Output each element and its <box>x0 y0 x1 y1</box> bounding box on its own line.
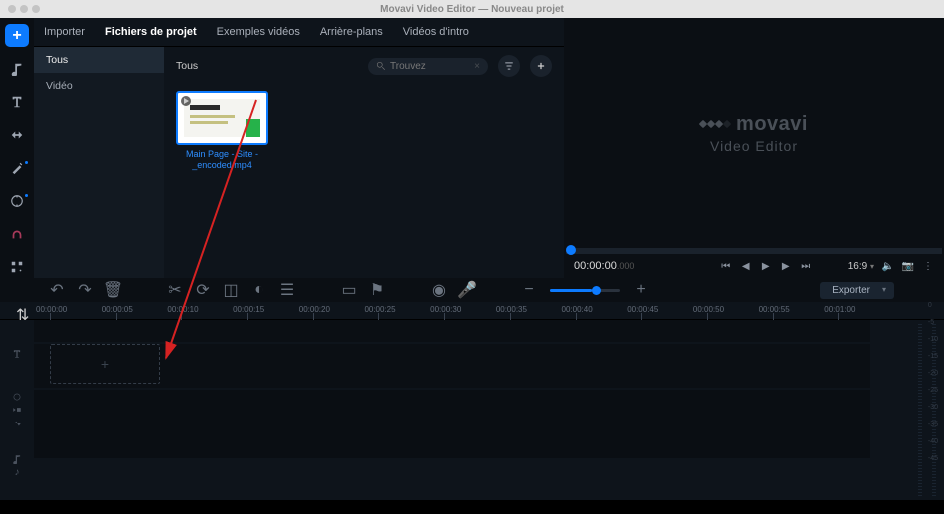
window-title: Movavi Video Editor — Nouveau projet <box>380 4 564 15</box>
file-grid: Tous Trouvez × Main Page - Site <box>164 47 564 278</box>
brand-watermark: movavi Video Editor <box>700 113 808 154</box>
zoom-slider[interactable] <box>550 289 620 292</box>
crop-button[interactable]: ◫ <box>224 283 238 297</box>
properties-button[interactable]: ☰ <box>280 283 294 297</box>
effects-icon[interactable] <box>5 156 29 179</box>
meter-scale: 0-5-10-15-20-25-30-35-40-45 <box>928 302 938 462</box>
tab-videos-intro[interactable]: Vidéos d'intro <box>403 23 469 41</box>
search-placeholder: Trouvez <box>390 61 426 72</box>
text-track[interactable] <box>34 320 870 342</box>
add-file-button[interactable] <box>530 55 552 77</box>
video-track-header[interactable] <box>0 388 34 432</box>
add-media-button[interactable]: + <box>5 24 29 47</box>
timeline: ⇅ 00:00:0000:00:0500:00:1000:00:1500:00:… <box>0 302 944 500</box>
undo-button[interactable]: ↶ <box>50 283 64 297</box>
delete-button[interactable]: 🗑 <box>106 283 120 297</box>
audio-track[interactable] <box>34 390 870 458</box>
clip-tools-icon[interactable]: ▭ <box>342 283 356 297</box>
preview-scrubber[interactable] <box>566 248 942 254</box>
file-grid-label: Tous <box>176 60 198 72</box>
next-frame-button[interactable]: ⏭ <box>800 260 812 272</box>
audio-track-header[interactable]: ♪ <box>0 432 34 500</box>
clip-name: Main Page - Site -_encoded.mp4 <box>176 149 268 172</box>
color-button[interactable]: ◐ <box>252 283 266 297</box>
timeline-ruler[interactable]: ⇅ 00:00:0000:00:0500:00:1000:00:1500:00:… <box>0 302 944 320</box>
play-button[interactable]: ▶ <box>760 260 772 272</box>
sidelist-tous[interactable]: Tous <box>34 47 164 73</box>
timeline-settings-icon[interactable]: ⇅ <box>16 305 29 325</box>
text-track-header[interactable] <box>0 320 34 388</box>
redo-button[interactable]: ↷ <box>78 283 92 297</box>
video-track[interactable]: + <box>34 344 870 388</box>
transition-icon[interactable] <box>5 123 29 146</box>
tab-arriere-plans[interactable]: Arrière-plans <box>320 23 383 41</box>
tab-exemples[interactable]: Exemples vidéos <box>217 23 300 41</box>
titlebar: Movavi Video Editor — Nouveau projet <box>0 0 944 18</box>
file-category-list: Tous Vidéo <box>34 47 164 278</box>
tab-fichiers[interactable]: Fichiers de projet <box>105 23 197 41</box>
aspect-select[interactable]: 16:9 ▾ <box>848 261 874 272</box>
stickers-icon[interactable] <box>5 189 29 212</box>
play-overlay-icon <box>181 96 191 106</box>
search-input[interactable]: Trouvez × <box>368 58 488 75</box>
tab-importer[interactable]: Importer <box>44 23 85 41</box>
microphone-icon[interactable]: 🎤 <box>460 283 474 297</box>
text-icon[interactable] <box>5 90 29 113</box>
left-rail: + <box>0 18 34 278</box>
audio-icon[interactable] <box>5 57 29 80</box>
brand-name: movavi <box>736 113 808 136</box>
traffic-lights[interactable] <box>8 5 40 13</box>
source-tabs: Importer Fichiers de projet Exemples vid… <box>34 18 564 47</box>
rotate-button[interactable]: ⟳ <box>196 283 210 297</box>
preview-more-icon[interactable]: ⋮ <box>922 260 934 272</box>
preview-panel: movavi Video Editor 00:00:00.000 ⏮ ◀︎ ▶ … <box>564 18 944 278</box>
cut-button[interactable]: ✂ <box>168 283 182 297</box>
playback-time: 00:00:00.000 <box>574 260 634 272</box>
zoom-out-button[interactable]: − <box>522 283 536 297</box>
snapshot-icon[interactable]: 📷 <box>902 260 914 272</box>
brand-sub: Video Editor <box>700 138 808 154</box>
marker-icon[interactable]: ⚑ <box>370 283 384 297</box>
clip-thumbnail[interactable]: Main Page - Site -_encoded.mp4 <box>176 91 268 172</box>
step-back-button[interactable]: ◀︎ <box>740 260 752 272</box>
export-button[interactable]: Exporter <box>820 282 894 299</box>
clear-search-icon[interactable]: × <box>474 61 480 72</box>
step-fwd-button[interactable]: ▶︎ <box>780 260 792 272</box>
drop-zone[interactable]: + <box>50 344 160 384</box>
more-tools-icon[interactable] <box>5 255 29 278</box>
zoom-in-button[interactable]: + <box>634 283 648 297</box>
record-icon[interactable]: ◉ <box>432 283 446 297</box>
prev-frame-button[interactable]: ⏮ <box>720 260 732 272</box>
sidelist-video[interactable]: Vidéo <box>34 73 164 99</box>
sort-button[interactable] <box>498 55 520 77</box>
volume-icon[interactable]: 🔈 <box>882 260 894 272</box>
timeline-toolbar: ↶ ↷ 🗑 ✂ ⟳ ◫ ◐ ☰ ▭ ⚑ ◉ 🎤 − + Exporter <box>0 278 944 302</box>
headphones-icon[interactable] <box>5 222 29 245</box>
